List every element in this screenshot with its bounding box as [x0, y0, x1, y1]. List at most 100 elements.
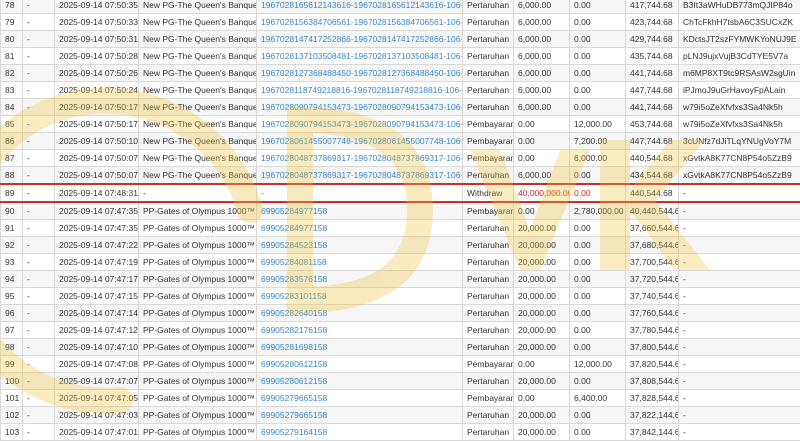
row-transaction-id[interactable]: 1967028048737869317-1967028048737869317-… — [257, 167, 463, 185]
row-reference-code: - — [679, 322, 800, 339]
row-transaction-id[interactable]: 1967028090794153473-1967028090794153473-… — [257, 116, 463, 133]
table-row: 82-2025-09-14 07:50:26New PG-The Queen's… — [1, 65, 800, 82]
row-timestamp: 2025-09-14 07:50:07 — [55, 150, 139, 167]
row-credit-amount: 0.00 — [570, 424, 626, 441]
row-reference-code: - — [679, 202, 800, 220]
row-debit-amount: 20,000.00 — [514, 237, 570, 254]
row-reference-code: 3cUNfz7dJiTLqYNUgVoY7M — [679, 133, 800, 150]
row-credit-amount: 7,200.00 — [570, 133, 626, 150]
row-number: 97 — [1, 322, 23, 339]
row-number: 100 — [1, 373, 23, 390]
row-transaction-id[interactable]: 1967028137103508481-1967028137103508481-… — [257, 48, 463, 65]
row-balance: 417,744.68 — [626, 0, 679, 14]
row-timestamp: 2025-09-14 07:47:10 — [55, 339, 139, 356]
row-debit-amount: 20,000.00 — [514, 288, 570, 305]
row-timestamp: 2025-09-14 07:50:28 — [55, 48, 139, 65]
row-transaction-id[interactable]: 69905279164158 — [257, 424, 463, 441]
row-transaction-id[interactable]: 69905280612158 — [257, 373, 463, 390]
row-transaction-id[interactable]: 69905283101158 — [257, 288, 463, 305]
row-flag: - — [23, 356, 55, 373]
row-debit-amount: 40,000,000.00 — [514, 184, 570, 202]
row-transaction-type: Pertaruhan — [463, 254, 514, 271]
table-row: 93-2025-09-14 07:47:19PP-Gates of Olympu… — [1, 254, 800, 271]
row-debit-amount: 6,000.00 — [514, 99, 570, 116]
row-reference-code: - — [679, 237, 800, 254]
row-number: 94 — [1, 271, 23, 288]
row-flag: - — [23, 322, 55, 339]
table-row: 80-2025-09-14 07:50:31New PG-The Queen's… — [1, 31, 800, 48]
row-balance: 37,700,544.68 — [626, 254, 679, 271]
row-reference-code: - — [679, 305, 800, 322]
row-transaction-type: Pertaruhan — [463, 48, 514, 65]
row-game-name: PP-Gates of Olympus 1000™ — [139, 237, 257, 254]
row-transaction-id[interactable]: 69905279665158 — [257, 407, 463, 424]
row-timestamp: 2025-09-14 07:47:22 — [55, 237, 139, 254]
row-number: 98 — [1, 339, 23, 356]
row-game-name: New PG-The Queen's Banquet — [139, 82, 257, 99]
row-transaction-id[interactable]: 1967028061455007748-1967028061455007748-… — [257, 133, 463, 150]
row-transaction-id[interactable]: 69905282176158 — [257, 322, 463, 339]
row-reference-code: w79i5oZeXfvfxs3Sa4Nk5h — [679, 116, 800, 133]
row-timestamp: 2025-09-14 07:47:35 — [55, 220, 139, 237]
row-timestamp: 2025-09-14 07:48:31 — [55, 184, 139, 202]
row-reference-code: - — [679, 407, 800, 424]
row-transaction-id[interactable]: 69905283576158 — [257, 271, 463, 288]
row-transaction-id[interactable]: 69905284081158 — [257, 254, 463, 271]
table-row: 96-2025-09-14 07:47:14PP-Gates of Olympu… — [1, 305, 800, 322]
row-number: 84 — [1, 99, 23, 116]
row-reference-code: - — [679, 390, 800, 407]
row-debit-amount: 6,000.00 — [514, 0, 570, 14]
row-reference-code: - — [679, 220, 800, 237]
row-transaction-id[interactable]: 1967028165612143616-1967028165612143616-… — [257, 0, 463, 14]
row-timestamp: 2025-09-14 07:47:05 — [55, 390, 139, 407]
table-row-withdraw: 89-2025-09-14 07:48:31--Withdraw40,000,0… — [1, 184, 800, 202]
row-reference-code: - — [679, 424, 800, 441]
row-debit-amount: 0.00 — [514, 356, 570, 373]
row-game-name: New PG-The Queen's Banquet — [139, 99, 257, 116]
row-transaction-id[interactable]: 69905280612158 — [257, 356, 463, 373]
row-reference-code: - — [679, 356, 800, 373]
row-timestamp: 2025-09-14 07:50:07 — [55, 167, 139, 185]
row-transaction-type: Pembayaran — [463, 133, 514, 150]
row-game-name: New PG-The Queen's Banquet — [139, 31, 257, 48]
row-game-name: New PG-The Queen's Banquet — [139, 0, 257, 14]
row-transaction-type: Pertaruhan — [463, 271, 514, 288]
row-number: 101 — [1, 390, 23, 407]
table-row: 86-2025-09-14 07:50:10New PG-The Queen's… — [1, 133, 800, 150]
row-credit-amount: 0.00 — [570, 322, 626, 339]
row-transaction-id[interactable]: 1967028156384706561-1967028156384706561-… — [257, 14, 463, 31]
row-transaction-id[interactable]: 1967028127368488450-1967028127368488450-… — [257, 65, 463, 82]
row-transaction-id[interactable]: 69905284523158 — [257, 237, 463, 254]
row-transaction-id[interactable]: 69905284977158 — [257, 202, 463, 220]
row-transaction-id[interactable]: 1967028048737869317-1967028048737869317-… — [257, 150, 463, 167]
row-game-name: PP-Gates of Olympus 1000™ — [139, 407, 257, 424]
row-reference-code: KDctsJT2szFYMWKYoNUJ9E — [679, 31, 800, 48]
row-transaction-type: Pembayaran — [463, 150, 514, 167]
row-transaction-type: Pertaruhan — [463, 237, 514, 254]
row-transaction-type: Pertaruhan — [463, 82, 514, 99]
row-transaction-id[interactable]: 69905284977158 — [257, 220, 463, 237]
row-credit-amount: 0.00 — [570, 82, 626, 99]
transaction-table-body: 78-2025-09-14 07:50:35New PG-The Queen's… — [1, 0, 800, 441]
row-transaction-id[interactable]: 69905282640158 — [257, 305, 463, 322]
row-credit-amount: 12,000.00 — [570, 356, 626, 373]
row-timestamp: 2025-09-14 07:50:10 — [55, 133, 139, 150]
row-transaction-id[interactable]: 69905279665158 — [257, 390, 463, 407]
row-balance: 37,780,544.68 — [626, 322, 679, 339]
row-transaction-id[interactable]: 1967028147417252866-1967028147417252866-… — [257, 31, 463, 48]
table-row: 100-2025-09-14 07:47:07PP-Gates of Olymp… — [1, 373, 800, 390]
table-row: 85-2025-09-14 07:50:17New PG-The Queen's… — [1, 116, 800, 133]
row-game-name: PP-Gates of Olympus 1000™ — [139, 220, 257, 237]
row-flag: - — [23, 99, 55, 116]
row-debit-amount: 20,000.00 — [514, 407, 570, 424]
row-timestamp: 2025-09-14 07:47:07 — [55, 373, 139, 390]
row-transaction-id[interactable]: 69905281698158 — [257, 339, 463, 356]
row-timestamp: 2025-09-14 07:47:08 — [55, 356, 139, 373]
row-timestamp: 2025-09-14 07:50:26 — [55, 65, 139, 82]
row-transaction-id[interactable]: 1967028118749218816-1967028118749218816-… — [257, 82, 463, 99]
row-balance: 440,544.68 — [626, 150, 679, 167]
row-game-name: New PG-The Queen's Banquet — [139, 116, 257, 133]
row-flag: - — [23, 0, 55, 14]
row-transaction-id[interactable]: 1967028090794153473-1967028090794153473-… — [257, 99, 463, 116]
row-timestamp: 2025-09-14 07:50:17 — [55, 99, 139, 116]
